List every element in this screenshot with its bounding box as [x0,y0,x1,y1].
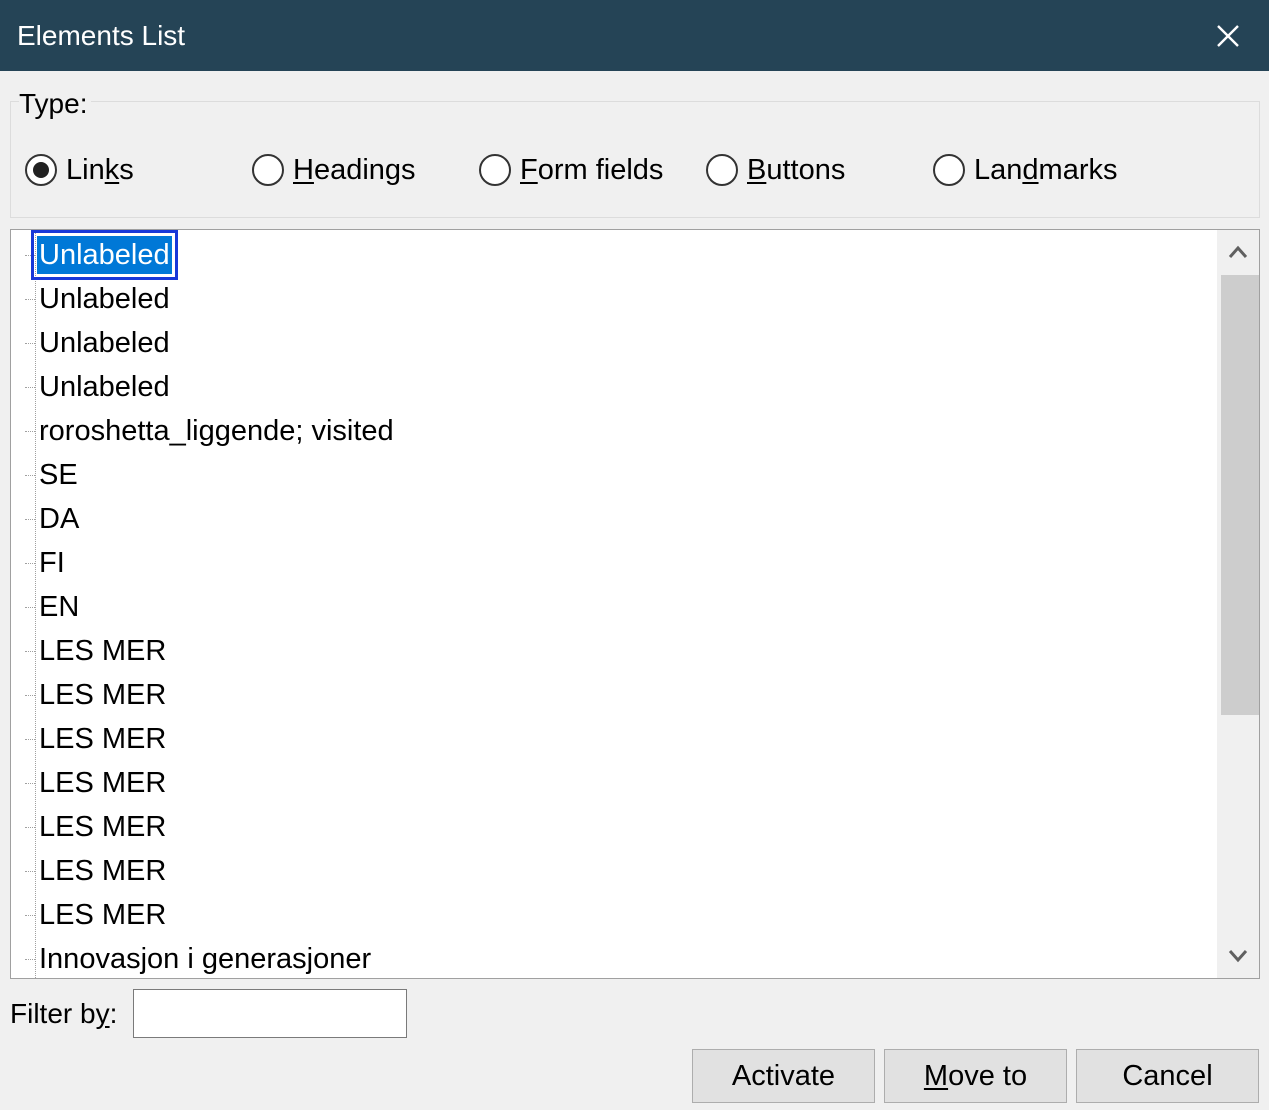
radio-circle [706,154,738,186]
radio-label-landmarks: Landmarks [974,153,1118,186]
list-item-label: SE [39,459,78,491]
list-item[interactable]: Unlabeled [11,277,1211,321]
tree-branch-line [25,695,35,696]
tree-branch-line [25,959,35,960]
list-item-label: Innovasjon i generasjoner [39,943,372,975]
tree-branch-line [25,387,35,388]
list-item[interactable]: LES MER [11,761,1211,805]
list-item[interactable]: SE [11,453,1211,497]
chevron-down-icon [1228,950,1248,963]
tree-branch-line [25,651,35,652]
list-item[interactable]: Innovasjon i generasjoner [11,937,1211,978]
filter-input[interactable] [133,989,407,1038]
tree-branch-line [25,915,35,916]
radio-headings[interactable]: Headings [252,152,416,188]
filter-label: Filter by: [10,998,118,1029]
vertical-scrollbar[interactable] [1217,230,1259,978]
list-item-label: LES MER [39,899,167,931]
list-item[interactable]: roroshetta_liggende; visited [11,409,1211,453]
list-item-label: LES MER [39,767,167,799]
radio-circle [25,154,57,186]
list-items: Unlabeled Unlabeled Unlabeled Unlabeled roro… [11,230,1211,978]
move-to-button[interactable]: Move to [884,1049,1067,1103]
list-item-label: EN [39,591,80,623]
list-item-label: roroshetta_liggende; visited [39,415,394,447]
list-item[interactable]: Unlabeled [11,230,1211,280]
list-item[interactable]: LES MER [11,805,1211,849]
list-item[interactable]: FI [11,541,1211,585]
tree-branch-line [25,783,35,784]
tree-branch-line [25,255,35,256]
list-item-label: FI [39,547,65,579]
list-item[interactable]: LES MER [11,893,1211,937]
tree-branch-line [25,519,35,520]
radio-landmarks[interactable]: Landmarks [933,152,1117,188]
scrollbar-thumb[interactable] [1221,275,1259,715]
tree-branch-line [25,343,35,344]
list-item-label: LES MER [39,855,167,887]
chevron-up-icon [1228,245,1248,258]
tree-branch-line [25,871,35,872]
radio-circle [933,154,965,186]
radio-label-links: Links [66,153,134,186]
tree-branch-line [25,739,35,740]
list-item-label: Unlabeled [31,230,178,280]
scroll-down-button[interactable] [1217,934,1259,978]
list-item[interactable]: DA [11,497,1211,541]
scroll-up-button[interactable] [1217,230,1259,274]
close-icon [1217,25,1239,47]
list-item[interactable]: EN [11,585,1211,629]
list-item[interactable]: LES MER [11,717,1211,761]
list-item-label: LES MER [39,679,167,711]
radio-circle [252,154,284,186]
window-title: Elements List [17,20,186,51]
list-item-label: Unlabeled [39,283,170,315]
activate-button[interactable]: Activate [692,1049,875,1103]
list-item[interactable]: LES MER [11,673,1211,717]
elements-list[interactable]: Unlabeled Unlabeled Unlabeled Unlabeled roro… [10,229,1260,979]
list-item[interactable]: Unlabeled [11,365,1211,409]
list-item[interactable]: Unlabeled [11,321,1211,365]
radio-buttons[interactable]: Buttons [706,152,845,188]
radio-label-headings: Headings [293,153,416,186]
radio-dot [33,162,49,178]
list-item[interactable]: LES MER [11,849,1211,893]
list-item-label: LES MER [39,811,167,843]
list-item-label: LES MER [39,723,167,755]
title-bar: Elements List [0,0,1269,71]
list-item-label: Unlabeled [39,371,170,403]
tree-branch-line [25,475,35,476]
radio-form-fields[interactable]: Form fields [479,152,663,188]
radio-label-form-fields: Form fields [520,153,664,186]
close-button[interactable] [1208,16,1248,56]
list-item-label: LES MER [39,635,167,667]
list-item-label: Unlabeled [39,327,170,359]
radio-label-buttons: Buttons [747,153,846,186]
cancel-button[interactable]: Cancel [1076,1049,1259,1103]
tree-branch-line [25,607,35,608]
radio-circle [479,154,511,186]
tree-branch-line [25,827,35,828]
tree-branch-line [25,431,35,432]
tree-branch-line [25,299,35,300]
radio-links[interactable]: Links [25,152,134,188]
type-label: Type: [19,86,92,122]
list-item[interactable]: LES MER [11,629,1211,673]
list-item-label: DA [39,503,80,535]
tree-branch-line [25,563,35,564]
